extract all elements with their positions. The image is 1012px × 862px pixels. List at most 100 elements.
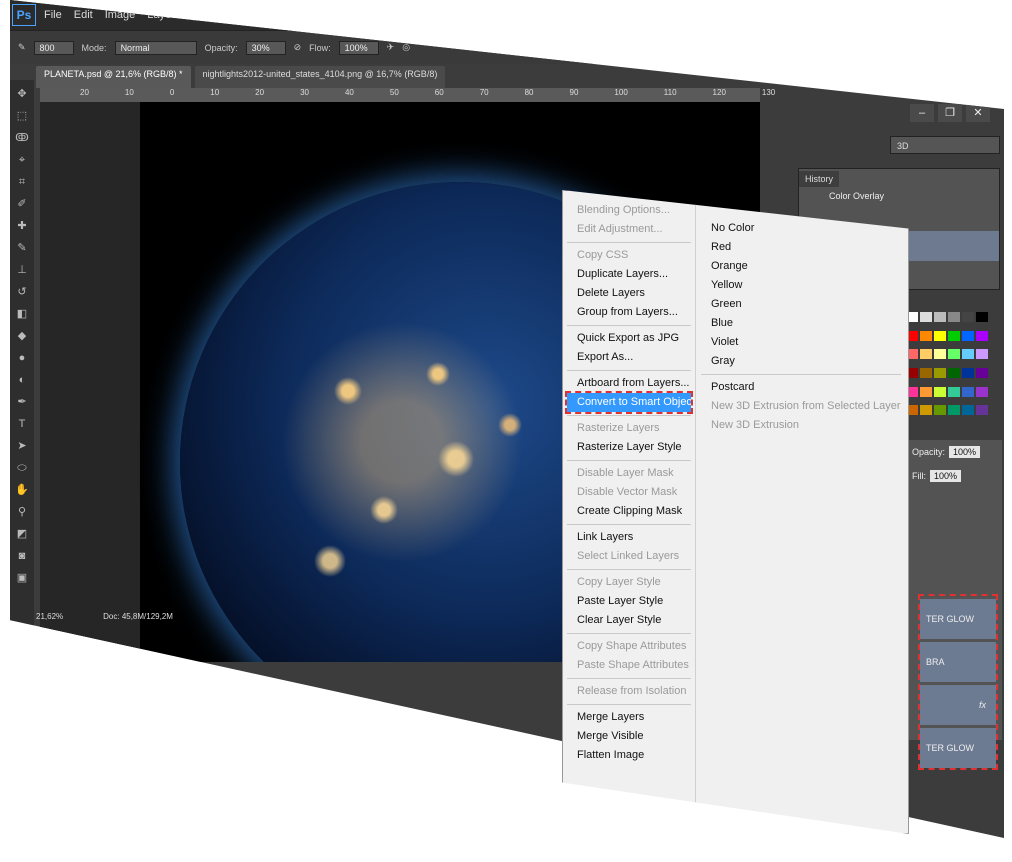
minimize-icon[interactable]: – <box>910 104 934 122</box>
tab-nightlights[interactable]: nightlights2012-united_states_4104.png @… <box>194 66 446 88</box>
color-swatch[interactable] <box>962 367 974 378</box>
opacity-field[interactable]: 30% <box>245 40 286 55</box>
color-swatch[interactable] <box>976 312 988 322</box>
menu-item-yellow[interactable]: Yellow <box>697 276 905 295</box>
color-swatch[interactable] <box>976 367 988 378</box>
tab-planeta[interactable]: PLANETA.psd @ 21,6% (RGB/8) * <box>36 66 191 88</box>
menu-item-delete-layers[interactable]: Delete Layers <box>563 284 695 303</box>
color-swatch[interactable] <box>948 386 960 397</box>
color-swatch[interactable] <box>920 405 932 416</box>
restore-icon[interactable]: ❐ <box>938 104 962 122</box>
menu-type[interactable]: Type <box>187 9 211 21</box>
menu-item-gray[interactable]: Gray <box>697 352 905 371</box>
menu-3d[interactable]: 3D <box>302 9 316 21</box>
eraser-tool-icon[interactable]: ◧ <box>14 306 30 322</box>
color-swatch[interactable] <box>962 386 974 397</box>
menu-edit[interactable]: Edit <box>74 9 93 21</box>
screen-mode-icon[interactable]: ▣ <box>14 570 30 586</box>
menu-image[interactable]: Image <box>105 9 136 21</box>
color-swatch[interactable] <box>976 349 988 360</box>
menu-item-group-from-layers[interactable]: Group from Layers... <box>563 303 695 322</box>
workspace-select[interactable]: 3D <box>890 136 1000 154</box>
menu-layer[interactable]: Layer <box>147 9 175 21</box>
brush-tool-icon[interactable]: ✎ <box>18 42 26 53</box>
brush-size-field[interactable]: 800 <box>33 40 74 55</box>
color-swatch[interactable] <box>948 349 960 360</box>
menu-item-export-as[interactable]: Export As... <box>563 348 695 367</box>
color-swatch[interactable] <box>934 386 946 397</box>
dodge-tool-icon[interactable]: ◐ <box>14 372 30 388</box>
brush-tool-icon[interactable]: ✎ <box>14 240 30 256</box>
history-brush-icon[interactable]: ↺ <box>14 284 30 300</box>
menu-item-rasterize-layer-style[interactable]: Rasterize Layer Style <box>563 438 695 457</box>
menu-item-merge-visible[interactable]: Merge Visible <box>563 727 695 746</box>
menu-item-orange[interactable]: Orange <box>697 257 905 276</box>
color-swatch[interactable] <box>962 405 974 416</box>
crop-tool-icon[interactable]: ⌗ <box>14 174 30 190</box>
menu-item-artboard-from-layers[interactable]: Artboard from Layers... <box>563 374 695 393</box>
flow-field[interactable]: 100% <box>338 40 379 55</box>
menu-window[interactable]: Window <box>363 9 402 21</box>
airbrush-icon[interactable]: ✈ <box>387 42 395 53</box>
zoom-tool-icon[interactable]: ⚲ <box>14 504 30 520</box>
menu-item-postcard[interactable]: Postcard <box>697 378 905 397</box>
bucket-tool-icon[interactable]: ◆ <box>14 328 30 344</box>
layer-row[interactable]: fx <box>920 685 996 725</box>
tab-history[interactable]: History <box>799 171 840 187</box>
close-icon[interactable]: ✕ <box>966 104 990 122</box>
type-tool-icon[interactable]: T <box>14 416 30 432</box>
menu-item-clear-layer-style[interactable]: Clear Layer Style <box>563 611 695 630</box>
layer-fill-field[interactable]: 100% <box>930 470 962 482</box>
path-select-icon[interactable]: ➤ <box>14 438 30 454</box>
menu-item-convert-to-smart-object[interactable]: Convert to Smart Object <box>565 391 695 414</box>
layer-row[interactable]: TER GLOW <box>920 599 996 639</box>
color-swatch[interactable] <box>948 367 960 378</box>
layer-opacity-field[interactable]: 100% <box>949 446 981 458</box>
menu-item-blue[interactable]: Blue <box>697 314 905 333</box>
color-swatch[interactable] <box>976 386 988 397</box>
menu-item-link-layers[interactable]: Link Layers <box>563 528 695 547</box>
menu-item-create-clipping-mask[interactable]: Create Clipping Mask <box>563 502 695 521</box>
menu-item-merge-layers[interactable]: Merge Layers <box>563 708 695 727</box>
layer-row[interactable]: TER GLOW <box>920 728 996 768</box>
pressure-size-icon[interactable]: ◎ <box>402 42 410 53</box>
menu-filter[interactable]: Filter <box>265 9 289 21</box>
color-swatch[interactable] <box>976 330 988 341</box>
pen-tool-icon[interactable]: ✒ <box>14 394 30 410</box>
quick-select-tool-icon[interactable]: ⌖ <box>14 152 30 168</box>
menu-item-quick-export-as-jpg[interactable]: Quick Export as JPG <box>563 329 695 348</box>
menu-item-flatten-image[interactable]: Flatten Image <box>563 746 695 765</box>
healing-tool-icon[interactable]: ✚ <box>14 218 30 234</box>
color-swatch[interactable] <box>920 330 932 341</box>
color-swatch[interactable] <box>976 405 988 416</box>
menu-file[interactable]: File <box>44 9 62 21</box>
menu-select[interactable]: Select <box>223 9 254 21</box>
color-swatch[interactable] <box>962 349 974 360</box>
color-swatch[interactable] <box>920 367 932 378</box>
color-swatch[interactable] <box>920 349 932 360</box>
eyedropper-tool-icon[interactable]: ✐ <box>14 196 30 212</box>
pressure-opacity-icon[interactable]: ⊘ <box>294 42 302 53</box>
menu-item-duplicate-layers[interactable]: Duplicate Layers... <box>563 265 695 284</box>
menu-help[interactable]: Help <box>415 9 438 21</box>
color-swatch-icon[interactable]: ◩ <box>14 526 30 542</box>
menu-item-violet[interactable]: Violet <box>697 333 905 352</box>
color-swatch[interactable] <box>962 330 974 341</box>
color-swatch[interactable] <box>934 405 946 416</box>
mode-select[interactable]: Normal <box>114 40 197 55</box>
shape-tool-icon[interactable]: ⬭ <box>14 460 30 476</box>
layer-row[interactable]: BRA <box>920 642 996 682</box>
color-swatch[interactable] <box>934 367 946 378</box>
menu-item-red[interactable]: Red <box>697 238 905 257</box>
marquee-tool-icon[interactable]: ⬚ <box>14 108 30 124</box>
color-swatch[interactable] <box>948 405 960 416</box>
history-item[interactable]: Color Overlay <box>799 187 999 205</box>
color-swatch[interactable] <box>920 386 932 397</box>
color-swatch[interactable] <box>934 312 946 322</box>
color-swatch[interactable] <box>934 330 946 341</box>
lasso-tool-icon[interactable]: ↂ <box>14 130 30 146</box>
menu-item-green[interactable]: Green <box>697 295 905 314</box>
menu-view[interactable]: View <box>328 9 352 21</box>
quick-mask-icon[interactable]: ◙ <box>14 548 30 564</box>
color-swatch[interactable] <box>934 349 946 360</box>
